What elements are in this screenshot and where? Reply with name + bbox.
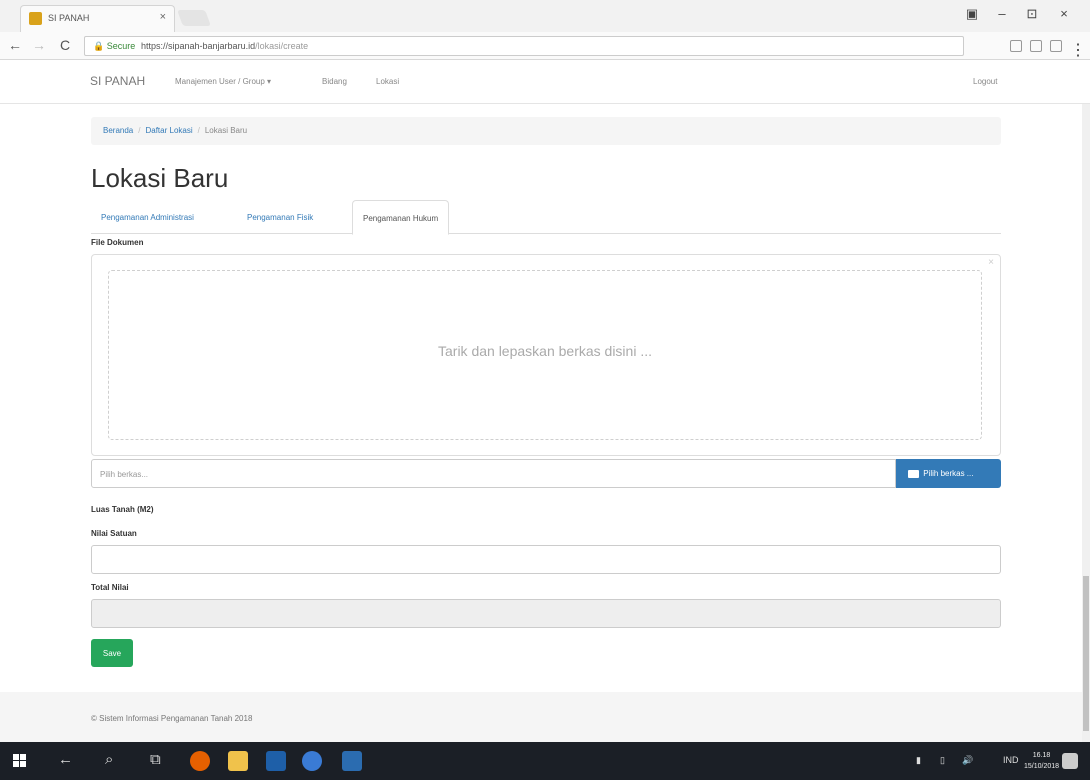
clock-time: 16.18 [1032,752,1051,759]
back-arrow-icon[interactable]: ← [58,751,73,768]
total-nilai-input [91,599,1001,628]
footer: © Sistem Informasi Pengamanan Tanah 2018 [0,692,1082,742]
translate-icon[interactable] [1010,40,1022,52]
task-view-icon[interactable]: ⧉ [150,751,161,768]
nav-user-group[interactable]: Manajemen User / Group ▾ [175,77,271,86]
save-button[interactable]: Save [91,639,133,667]
taskbar-clock[interactable]: 16.18 15/10/2018 [1024,750,1059,772]
browse-file-button[interactable]: Pilih berkas ... [896,459,1001,488]
logout-link[interactable]: Logout [973,77,997,86]
favicon-icon [29,12,42,25]
page-title: Lokasi Baru [91,163,229,193]
breadcrumb-beranda[interactable]: Beranda [103,126,133,135]
tab-pengamanan-administrasi[interactable]: Pengamanan Administrasi [91,200,204,234]
minimize-button[interactable]: – [990,6,1014,21]
word-icon[interactable] [342,751,362,771]
browser-tab-bar: SI PANAH × ▣ – ⊡ × [0,0,1090,32]
folder-open-icon [908,469,919,478]
luas-tanah-label: Luas Tanah (M2) [91,505,154,514]
extension-icon[interactable] [1050,40,1062,52]
close-icon[interactable]: × [988,257,994,268]
maximize-button[interactable]: ⊡ [1020,6,1044,22]
url-input[interactable]: 🔒 Secure https://sipanah-banjarbaru.id/l… [84,36,964,56]
brand-link[interactable]: SI PANAH [90,74,145,88]
nilai-satuan-label: Nilai Satuan [91,529,137,538]
url-text: https://sipanah-banjarbaru.id/lokasi/cre… [141,41,309,51]
profile-icon[interactable]: ▣ [960,6,984,22]
footer-text: © Sistem Informasi Pengamanan Tanah 2018 [91,714,253,723]
photoshop-icon[interactable] [266,751,286,771]
scrollbar-thumb[interactable] [1083,576,1089,731]
form-tabs: Pengamanan Administrasi Pengamanan Fisik… [91,200,1001,235]
network-icon[interactable]: ▮ [916,755,921,766]
tab-close-icon[interactable]: × [160,11,166,23]
star-icon[interactable] [1030,40,1042,52]
notifications-icon[interactable] [1062,753,1078,769]
nilai-satuan-input[interactable] [91,545,1001,574]
battery-icon[interactable]: ▯ [940,755,945,766]
address-bar: ← → C 🔒 Secure https://sipanah-banjarbar… [0,32,1090,60]
app-navbar: SI PANAH Manajemen User / Group ▾ Bidang… [0,60,1090,104]
tab-title: SI PANAH [48,13,90,23]
chrome-icon[interactable] [302,751,322,771]
nav-lokasi[interactable]: Lokasi [376,77,399,86]
new-tab-button[interactable] [177,10,211,26]
file-explorer-icon[interactable] [228,751,248,771]
browser-tab[interactable]: SI PANAH × [20,5,175,32]
windows-start-icon[interactable] [13,754,27,768]
tab-pengamanan-hukum[interactable]: Pengamanan Hukum [352,200,450,235]
file-drop-zone[interactable]: Tarik dan lepaskan berkas disini ... [108,270,982,440]
firefox-icon[interactable] [190,751,210,771]
file-caption-input[interactable]: Pilih berkas... [91,459,896,488]
close-window-button[interactable]: × [1052,6,1076,21]
secure-label: 🔒 Secure [93,41,136,51]
file-dokumen-label: File Dokumen [91,238,144,247]
breadcrumb: Beranda / Daftar Lokasi / Lokasi Baru [91,117,1001,145]
breadcrumb-daftar-lokasi[interactable]: Daftar Lokasi [145,126,192,135]
language-indicator[interactable]: IND [1003,755,1019,765]
windows-taskbar: ← ⌕ ⧉ ▮ ▯ 🔊 IND 16.18 15/10/2018 [0,742,1090,780]
back-button[interactable]: ← [8,37,22,53]
breadcrumb-separator: / [138,126,141,135]
search-icon[interactable]: ⌕ [105,751,113,768]
file-preview-box: × Tarik dan lepaskan berkas disini ... [91,254,1001,456]
breadcrumb-separator: / [197,126,200,135]
reload-button[interactable]: C [60,37,70,53]
forward-button[interactable]: → [32,37,46,53]
clock-date: 15/10/2018 [1024,763,1060,770]
browse-file-label: Pilih berkas ... [923,469,974,478]
tab-pengamanan-fisik[interactable]: Pengamanan Fisik [237,200,323,234]
volume-icon[interactable]: 🔊 [962,755,973,766]
nav-bidang[interactable]: Bidang [322,77,347,86]
breadcrumb-active: Lokasi Baru [204,126,248,135]
total-nilai-label: Total Nilai [91,583,129,592]
menu-icon[interactable]: ⋮ [1070,40,1086,59]
